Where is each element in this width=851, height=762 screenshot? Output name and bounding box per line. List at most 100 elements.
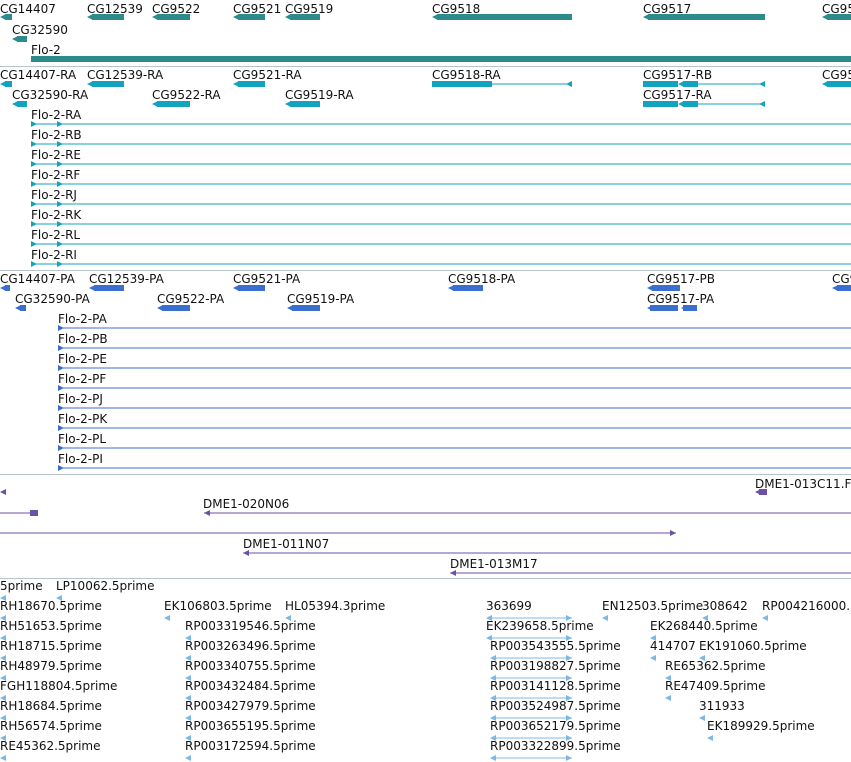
label-cg9517-rb[interactable]: CG9517-RB [643, 68, 712, 82]
label-cg12539[interactable]: CG12539 [87, 2, 143, 16]
label-rp003322899-5prime[interactable]: RP003322899.5prime [490, 739, 621, 753]
label-dme1-011n07[interactable]: DME1-011N07 [243, 537, 329, 551]
re47409-5prime-glyph[interactable] [665, 695, 671, 701]
label-rp003319546-5prime[interactable]: RP003319546.5prime [185, 619, 316, 633]
label-cg32590-ra[interactable]: CG32590-RA [12, 88, 88, 102]
label-flo-2-pb[interactable]: Flo-2-PB [58, 332, 108, 346]
flo-2-pi-glyph[interactable] [58, 465, 851, 471]
label-dme1-013c11-f[interactable]: DME1-013C11.F [755, 477, 851, 491]
label-flo-2-ri[interactable]: Flo-2-RI [31, 248, 77, 262]
label-308642[interactable]: 308642 [702, 599, 748, 613]
label-cg9517[interactable]: CG9517 [643, 2, 691, 16]
label-rp003172594-5prime[interactable]: RP003172594.5prime [185, 739, 316, 753]
label-rp003524987-5prime[interactable]: RP003524987.5prime [490, 699, 621, 713]
label-ek189929-5prime[interactable]: EK189929.5prime [707, 719, 815, 733]
en12503-5prime-glyph[interactable] [602, 615, 608, 621]
label-fgh118804-5prime[interactable]: FGH118804.5prime [0, 679, 117, 693]
flo-2-pb-glyph[interactable] [58, 345, 851, 351]
311933-glyph[interactable] [699, 715, 705, 721]
label-rh18715-5prime[interactable]: RH18715.5prime [0, 639, 102, 653]
clone-edge-glyph[interactable] [0, 489, 6, 495]
ek189929-5prime-glyph[interactable] [707, 735, 713, 741]
label-cg9521[interactable]: CG9521 [233, 2, 281, 16]
label-ek191060-5prime[interactable]: EK191060.5prime [699, 639, 807, 653]
label-flo-2-rj[interactable]: Flo-2-RJ [31, 188, 77, 202]
label-flo-2[interactable]: Flo-2 [31, 43, 61, 57]
label-cg32590-pa[interactable]: CG32590-PA [15, 292, 90, 306]
label-cg9519-pa[interactable]: CG9519-PA [287, 292, 354, 306]
label-cg32590[interactable]: CG32590 [12, 23, 68, 37]
ek106803-5prime-glyph[interactable] [164, 615, 170, 621]
label-flo-2-pi[interactable]: Flo-2-PI [58, 452, 103, 466]
label-dme1-020n06[interactable]: DME1-020N06 [203, 497, 289, 511]
label-cg9522[interactable]: CG9522 [152, 2, 200, 16]
label-flo-2-rf[interactable]: Flo-2-RF [31, 168, 80, 182]
flo-2-rj-glyph[interactable] [31, 201, 851, 207]
flo-2-pe-glyph[interactable] [58, 365, 851, 371]
label-cg9[interactable]: CG9 [832, 272, 851, 286]
clone-long-line[interactable] [0, 530, 676, 536]
label-cg12539-pa[interactable]: CG12539-PA [89, 272, 164, 286]
label-cg9519[interactable]: CG9519 [285, 2, 333, 16]
label-cg9518[interactable]: CG9518 [432, 2, 480, 16]
label-cg12539-ra[interactable]: CG12539-RA [87, 68, 163, 82]
label-rp003655195-5prime[interactable]: RP003655195.5prime [185, 719, 316, 733]
label-flo-2-re[interactable]: Flo-2-RE [31, 148, 81, 162]
label-flo-2-pe[interactable]: Flo-2-PE [58, 352, 107, 366]
label-cg14407[interactable]: CG14407 [0, 2, 56, 16]
label-5prime[interactable]: 5prime [0, 579, 43, 593]
label-dme1-013m17[interactable]: DME1-013M17 [450, 557, 538, 571]
flo-2-rb-glyph[interactable] [31, 141, 851, 147]
flo-2-pf-glyph[interactable] [58, 385, 851, 391]
label-rh18670-5prime[interactable]: RH18670.5prime [0, 599, 102, 613]
label-re47409-5prime[interactable]: RE47409.5prime [665, 679, 766, 693]
label-rp003432484-5prime[interactable]: RP003432484.5prime [185, 679, 316, 693]
label-re65362-5prime[interactable]: RE65362.5prime [665, 659, 766, 673]
flo-2-pl-glyph[interactable] [58, 445, 851, 451]
label-363699[interactable]: 363699 [486, 599, 532, 613]
label-cg9517-pa[interactable]: CG9517-PA [647, 292, 714, 306]
flo-2-rf-glyph[interactable] [31, 181, 851, 187]
label-flo-2-pl[interactable]: Flo-2-PL [58, 432, 106, 446]
flo-2-ra-glyph[interactable] [31, 121, 851, 127]
label-flo-2-pk[interactable]: Flo-2-PK [58, 412, 107, 426]
label-rh51653-5prime[interactable]: RH51653.5prime [0, 619, 102, 633]
label-cg14407-ra[interactable]: CG14407-RA [0, 68, 76, 82]
label-flo-2-rb[interactable]: Flo-2-RB [31, 128, 82, 142]
label-lp10062-5prime[interactable]: LP10062.5prime [56, 579, 155, 593]
label-rp003427979-5prime[interactable]: RP003427979.5prime [185, 699, 316, 713]
label-rp003263496-5prime[interactable]: RP003263496.5prime [185, 639, 316, 653]
label-cg95[interactable]: CG95 [822, 68, 851, 82]
label-ek106803-5prime[interactable]: EK106803.5prime [164, 599, 272, 613]
label-rp004216000[interactable]: RP004216000. [762, 599, 850, 613]
label-rp003198827-5prime[interactable]: RP003198827.5prime [490, 659, 621, 673]
flo-2-re-glyph[interactable] [31, 161, 851, 167]
dme1-020n06-glyph[interactable] [204, 510, 851, 516]
label-rh56574-5prime[interactable]: RH56574.5prime [0, 719, 102, 733]
flo-2-glyph[interactable] [31, 56, 851, 62]
label-311933[interactable]: 311933 [699, 699, 745, 713]
label-cg9522-ra[interactable]: CG9522-RA [152, 88, 221, 102]
label-flo-2-pf[interactable]: Flo-2-PF [58, 372, 106, 386]
label-flo-2-pa[interactable]: Flo-2-PA [58, 312, 107, 326]
flo-2-ri-glyph[interactable] [31, 261, 851, 267]
flo-2-rk-glyph[interactable] [31, 221, 851, 227]
label-flo-2-ra[interactable]: Flo-2-RA [31, 108, 81, 122]
label-cg9522-pa[interactable]: CG9522-PA [157, 292, 224, 306]
rp004216000-glyph[interactable] [762, 615, 768, 621]
label-flo-2-rk[interactable]: Flo-2-RK [31, 208, 81, 222]
label-rp003141128-5prime[interactable]: RP003141128.5prime [490, 679, 621, 693]
rp003172594-5prime-glyph[interactable] [185, 755, 191, 761]
flo-2-pj-glyph[interactable] [58, 405, 851, 411]
label-ek239658-5prime[interactable]: EK239658.5prime [486, 619, 594, 633]
flo-2-rl-glyph[interactable] [31, 241, 851, 247]
label-cg9519-ra[interactable]: CG9519-RA [285, 88, 354, 102]
label-re45362-5prime[interactable]: RE45362.5prime [0, 739, 101, 753]
label-ek268440-5prime[interactable]: EK268440.5prime [650, 619, 758, 633]
label-en12503-5prime[interactable]: EN12503.5prime [602, 599, 703, 613]
label-rp003652179-5prime[interactable]: RP003652179.5prime [490, 719, 621, 733]
label-rp003340755-5prime[interactable]: RP003340755.5prime [185, 659, 316, 673]
label-414707[interactable]: 414707 [650, 639, 696, 653]
label-cg9518-ra[interactable]: CG9518-RA [432, 68, 501, 82]
label-flo-2-rl[interactable]: Flo-2-RL [31, 228, 80, 242]
